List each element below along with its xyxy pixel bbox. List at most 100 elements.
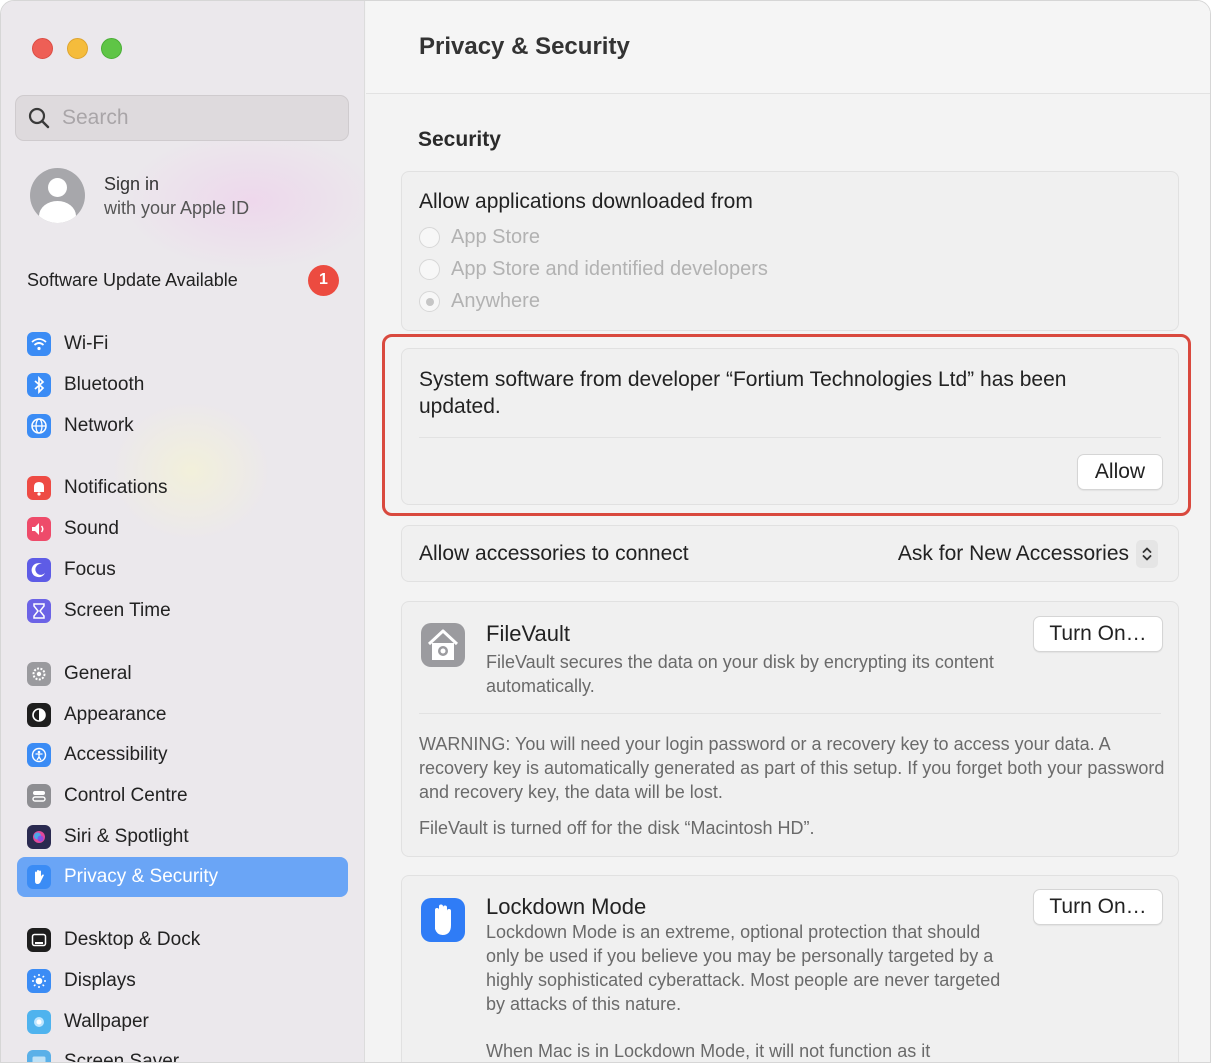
moon-icon: [27, 558, 51, 582]
sidebar-item-label: Accessibility: [64, 744, 168, 765]
sidebar-item-label: Wallpaper: [64, 1011, 149, 1032]
sidebar-item-label: Wi-Fi: [64, 333, 109, 354]
speaker-icon: [27, 517, 51, 541]
sidebar-item-label: Network: [64, 415, 134, 436]
search-input[interactable]: [62, 106, 322, 130]
dock-icon: [27, 928, 51, 952]
allow-apps-title: Allow applications downloaded from: [419, 190, 753, 213]
accessories-label: Allow accessories to connect: [419, 542, 689, 565]
sidebar-item-focus[interactable]: Focus: [17, 550, 348, 590]
search-field[interactable]: [15, 95, 349, 141]
sidebar-item-wifi[interactable]: Wi-Fi: [17, 324, 348, 364]
filevault-card: FileVault FileVault secures the data on …: [401, 601, 1179, 857]
sidebar-item-general[interactable]: General: [17, 654, 348, 694]
sign-in-label: Sign in: [104, 173, 160, 194]
filevault-description: FileVault secures the data on your disk …: [486, 652, 994, 696]
divider: [419, 713, 1161, 714]
filevault-icon: [420, 622, 466, 673]
lockdown-title: Lockdown Mode: [486, 894, 647, 919]
gear-icon: [27, 662, 51, 686]
apple-id-sign-in[interactable]: Sign in with your Apple ID: [30, 168, 249, 223]
search-icon: [28, 107, 50, 129]
sidebar-item-privacy-security[interactable]: Privacy & Security: [17, 857, 348, 897]
sidebar-item-bluetooth[interactable]: Bluetooth: [17, 365, 348, 405]
radio-button[interactable]: [419, 259, 440, 280]
zoom-window-button[interactable]: [101, 38, 122, 59]
radio-label: App Store: [451, 226, 540, 248]
sidebar-item-wallpaper[interactable]: Wallpaper: [17, 1002, 348, 1042]
sidebar-item-label: Desktop & Dock: [64, 929, 201, 950]
bell-icon: [27, 476, 51, 500]
security-section-heading: Security: [418, 128, 501, 151]
sidebar-item-sound[interactable]: Sound: [17, 509, 348, 549]
divider: [419, 437, 1161, 438]
page-title: Privacy & Security: [419, 33, 630, 60]
title-bar: Privacy & Security: [366, 1, 1210, 94]
system-software-message: System software from developer “Fortium …: [419, 368, 1067, 418]
update-count-badge: 1: [308, 264, 339, 296]
accessories-popup[interactable]: Ask for New Accessories: [898, 540, 1158, 568]
accessibility-icon: [27, 743, 51, 767]
allow-button[interactable]: Allow: [1077, 454, 1163, 490]
sidebar-item-siri-spotlight[interactable]: Siri & Spotlight: [17, 817, 348, 857]
wifi-icon: [27, 332, 51, 356]
sidebar-item-label: Bluetooth: [64, 374, 145, 395]
sidebar-item-appearance[interactable]: Appearance: [17, 695, 348, 735]
system-software-card: System software from developer “Fortium …: [401, 348, 1179, 505]
radio-button-selected[interactable]: [419, 291, 440, 312]
radio-anywhere[interactable]: Anywhere: [419, 290, 540, 313]
sidebar-item-screen-time[interactable]: Screen Time: [17, 591, 348, 631]
sidebar-item-label: Sound: [64, 518, 119, 539]
filevault-status: FileVault is turned off for the disk “Ma…: [419, 818, 815, 838]
hand-icon: [27, 865, 51, 889]
sidebar-item-screen-saver[interactable]: Screen Saver: [17, 1042, 348, 1063]
radio-button[interactable]: [419, 227, 440, 248]
sidebar-item-label: Notifications: [64, 477, 168, 498]
sidebar-item-label: Appearance: [64, 704, 167, 725]
sun-icon: [27, 969, 51, 993]
screen-saver-icon: [27, 1050, 51, 1062]
sidebar-item-label: Privacy & Security: [64, 866, 219, 887]
radio-label: App Store and identified developers: [451, 258, 768, 280]
minimize-window-button[interactable]: [67, 38, 88, 59]
siri-icon: [27, 825, 51, 849]
control-centre-icon: [27, 784, 51, 808]
accessories-value: Ask for New Accessories: [897, 542, 1129, 565]
sidebar-item-label: Siri & Spotlight: [64, 826, 189, 847]
filevault-warning: WARNING: You will need your login passwo…: [419, 734, 1165, 802]
system-settings-window: Sign in with your Apple ID Software Upda…: [0, 0, 1211, 1063]
software-update-label: Software Update Available: [27, 269, 238, 290]
sidebar-item-label: Focus: [64, 559, 116, 580]
radio-label: Anywhere: [451, 290, 540, 312]
sidebar: Sign in with your Apple ID Software Upda…: [1, 1, 381, 1063]
radio-app-store[interactable]: App Store: [419, 226, 540, 249]
sidebar-item-label: Control Centre: [64, 785, 188, 806]
close-window-button[interactable]: [32, 38, 53, 59]
main-pane: Privacy & Security Security Allow applic…: [366, 1, 1210, 1062]
sidebar-item-label: Displays: [64, 970, 136, 991]
software-update-row[interactable]: Software Update Available 1: [27, 264, 339, 296]
appearance-icon: [27, 703, 51, 727]
sidebar-item-label: Screen Saver: [64, 1051, 180, 1063]
sidebar-item-control-centre[interactable]: Control Centre: [17, 776, 348, 816]
lockdown-hand-icon: [420, 897, 466, 948]
apple-id-label: with your Apple ID: [104, 197, 250, 218]
sidebar-item-desktop-dock[interactable]: Desktop & Dock: [17, 920, 348, 960]
allow-apps-card: Allow applications downloaded from App S…: [401, 171, 1179, 331]
wallpaper-icon: [27, 1010, 51, 1034]
sidebar-item-notifications[interactable]: Notifications: [17, 468, 348, 508]
hourglass-icon: [27, 599, 51, 623]
lockdown-card: Lockdown Mode Lockdown Mode is an extrem…: [401, 875, 1179, 1062]
filevault-title: FileVault: [486, 621, 570, 646]
lockdown-description: Lockdown Mode is an extreme, optional pr…: [486, 922, 1001, 1014]
filevault-turn-on-button[interactable]: Turn On…: [1033, 616, 1163, 652]
sidebar-item-displays[interactable]: Displays: [17, 961, 348, 1001]
bluetooth-icon: [27, 373, 51, 397]
radio-app-store-identified[interactable]: App Store and identified developers: [419, 258, 768, 281]
lockdown-turn-on-button[interactable]: Turn On…: [1033, 889, 1163, 925]
sidebar-item-network[interactable]: Network: [17, 406, 348, 446]
sidebar-item-accessibility[interactable]: Accessibility: [17, 735, 348, 775]
lockdown-description-continued: When Mac is in Lockdown Mode, it will no…: [486, 1041, 931, 1061]
sidebar-item-label: Screen Time: [64, 600, 171, 621]
avatar: [30, 168, 85, 223]
